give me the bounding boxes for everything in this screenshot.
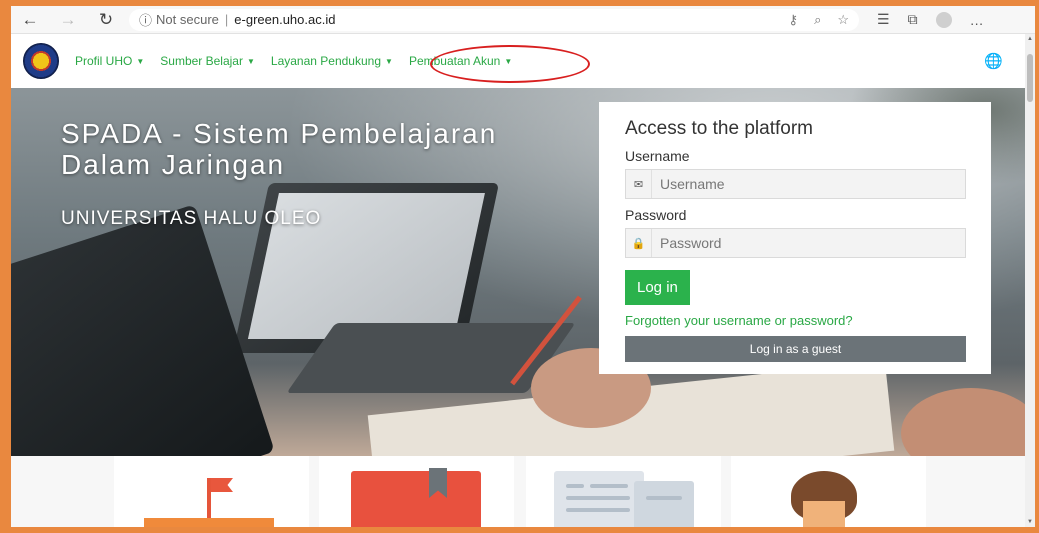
feature-card[interactable]: [114, 456, 309, 527]
doc-line: [566, 484, 584, 488]
address-separator: |: [224, 12, 229, 27]
caret-down-icon: ▼: [385, 56, 393, 66]
login-card: Access to the platform Username ✉ Passwo…: [599, 102, 991, 374]
more-menu-button[interactable]: …: [970, 12, 984, 28]
doc-line: [590, 484, 628, 488]
username-field[interactable]: ✉: [625, 169, 966, 199]
profile-icon[interactable]: [935, 11, 952, 28]
password-input[interactable]: [652, 235, 952, 251]
flag-icon: [207, 478, 211, 518]
url-text: e-green.uho.ac.id: [234, 12, 336, 27]
feature-card[interactable]: [526, 456, 721, 527]
scroll-down-icon[interactable]: ▼: [1027, 519, 1033, 525]
flag-icon: [211, 478, 233, 492]
caret-down-icon: ▼: [246, 56, 255, 66]
hand-image: [901, 388, 1025, 456]
menu-label: Layanan Pendukung: [270, 54, 382, 68]
doc-line: [566, 496, 630, 500]
scroll-thumb[interactable]: [1027, 54, 1033, 102]
feature-cards: [11, 456, 1025, 527]
laptop-image: [11, 204, 275, 456]
key-icon[interactable]: ⚷: [789, 12, 799, 28]
doc-line: [646, 496, 682, 500]
menu-profil-uho[interactable]: Profil UHO ▼: [75, 54, 144, 68]
doc-line: [566, 508, 630, 512]
person-icon: [803, 501, 845, 527]
forward-button[interactable]: →: [55, 7, 81, 33]
scroll-up-icon[interactable]: ▲: [1027, 36, 1033, 42]
zoom-icon[interactable]: ⌕: [814, 12, 821, 28]
hero-subtitle: UNIVERSITAS HALU OLEO: [61, 208, 322, 229]
lock-icon: 🔒: [626, 229, 652, 257]
globe-icon[interactable]: 🌐: [984, 52, 1003, 70]
menu-layanan-pendukung[interactable]: Layanan Pendukung ▼: [271, 54, 393, 68]
menu-sumber-belajar[interactable]: Sumber Belajar ▼: [160, 54, 255, 68]
forgot-password-link[interactable]: Forgotten your username or password?: [625, 313, 965, 328]
security-label: Not secure: [156, 12, 219, 27]
site-navbar: Profil UHO ▼ Sumber Belajar ▼ Layanan Pe…: [11, 34, 1025, 88]
flag-base: [144, 518, 274, 527]
refresh-button[interactable]: ↻: [93, 7, 119, 33]
favorites-list-icon[interactable]: ☰: [877, 11, 890, 28]
arrow-left-icon: ←: [21, 9, 39, 29]
username-input[interactable]: [652, 176, 952, 192]
info-icon: ⓘ: [139, 13, 153, 28]
guest-login-button[interactable]: Log in as a guest: [625, 336, 966, 362]
browser-window: ← → ↻ ⓘ Not secure | e-green.uho.ac.id ⚷…: [11, 6, 1035, 527]
highlight-ellipse: [430, 45, 590, 83]
menu-label: Profil UHO: [75, 54, 133, 68]
collections-icon[interactable]: ⧉: [908, 11, 918, 28]
feature-card[interactable]: [731, 456, 926, 527]
feature-card[interactable]: [319, 456, 514, 527]
star-icon[interactable]: ☆: [837, 12, 849, 28]
back-button[interactable]: ←: [17, 7, 43, 33]
refresh-icon: ↻: [98, 9, 114, 29]
book-icon: [351, 471, 481, 527]
username-label: Username: [625, 148, 690, 164]
caret-down-icon: ▼: [136, 56, 145, 66]
password-field[interactable]: 🔒: [625, 228, 966, 258]
menu-label: Sumber Belajar: [160, 54, 243, 68]
address-bar[interactable]: ⓘ Not secure | e-green.uho.ac.id ⚷ ⌕ ☆: [129, 8, 859, 31]
arrow-right-icon: →: [59, 9, 77, 29]
document-icon: [634, 481, 694, 527]
password-label: Password: [625, 207, 687, 223]
envelope-icon: ✉: [626, 170, 652, 198]
login-button[interactable]: Log in: [625, 270, 690, 305]
uho-logo[interactable]: [23, 43, 59, 79]
page-scrollbar[interactable]: ▲ ▼: [1025, 34, 1035, 527]
hero-title: SPADA - Sistem Pembelajaran Dalam Jaring…: [61, 118, 498, 180]
browser-toolbar: ← → ↻ ⓘ Not secure | e-green.uho.ac.id ⚷…: [11, 6, 1035, 34]
login-heading: Access to the platform: [625, 118, 813, 139]
